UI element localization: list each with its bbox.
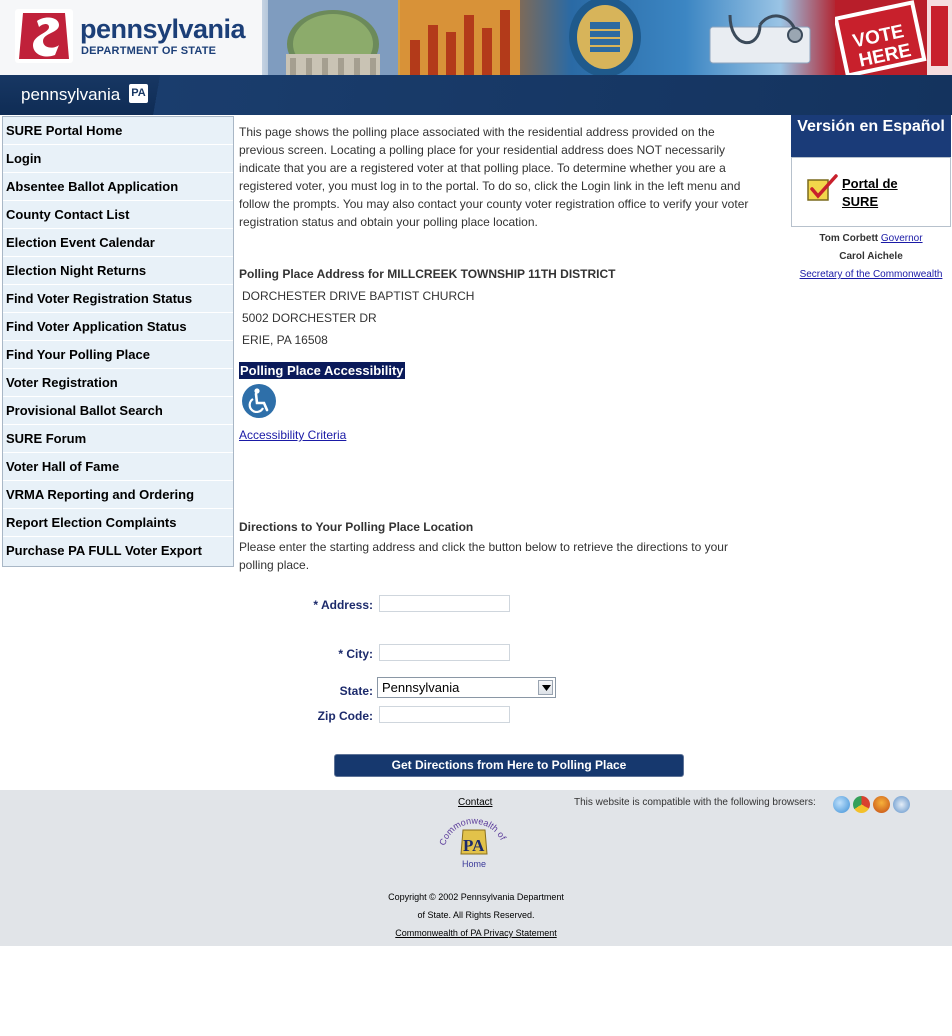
svg-text:Home: Home (462, 859, 486, 869)
polling-place-heading: Polling Place Address for MILLCREEK TOWN… (239, 267, 616, 281)
logo-area[interactable]: pennsylvania DEPARTMENT OF STATE (0, 0, 262, 75)
nav-item-find-voter-registration-status[interactable]: Find Voter Registration Status (3, 285, 233, 313)
nav-item-absentee-ballot-application[interactable]: Absentee Ballot Application (3, 173, 233, 201)
nav-item-find-voter-application-status[interactable]: Find Voter Application Status (3, 313, 233, 341)
address-input[interactable] (379, 595, 510, 612)
directions-heading: Directions to Your Polling Place Locatio… (239, 520, 474, 534)
header-banner: pennsylvania DEPARTMENT OF STATE VOTE HE… (0, 0, 952, 75)
pa-keystone-logo-icon (15, 9, 73, 63)
nav-item-election-night-returns[interactable]: Election Night Returns (3, 257, 233, 285)
nav-item-vrma-reporting-and-ordering[interactable]: VRMA Reporting and Ordering (3, 481, 233, 509)
wheelchair-icon (242, 384, 276, 418)
portal-de-sure-box: Portal de SURE (791, 157, 951, 227)
internet-explorer-icon (833, 796, 850, 813)
pa-wordmark[interactable]: pennsylvania (21, 85, 120, 105)
portal-de-sure-link[interactable]: Portal de SURE (842, 175, 898, 211)
checkbox-checkmark-icon (807, 174, 838, 201)
state-selected-value: Pennsylvania (382, 680, 460, 695)
logo-title: pennsylvania (80, 14, 246, 44)
capitol-dome-image (268, 0, 398, 75)
secretary-link[interactable]: Secretary of the Commonwealth (800, 269, 943, 280)
copyright-line-2: of State. All Rights Reserved. (417, 910, 535, 920)
city-label: * City: (338, 647, 373, 661)
state-seal-image (569, 0, 641, 75)
state-select[interactable]: Pennsylvania (377, 677, 556, 698)
nav-item-sure-forum[interactable]: SURE Forum (3, 425, 233, 453)
polling-place-name: DORCHESTER DRIVE BAPTIST CHURCH (242, 289, 475, 303)
nav-item-provisional-ballot-search[interactable]: Provisional Ballot Search (3, 397, 233, 425)
intro-paragraph: This page shows the polling place associ… (239, 125, 749, 229)
directions-instructions: Please enter the starting address and cl… (239, 540, 728, 572)
safari-icon (893, 796, 910, 813)
city-input[interactable] (379, 644, 510, 661)
chrome-icon (853, 796, 870, 813)
governor-name: Tom Corbett (819, 233, 879, 244)
footer-contact-link[interactable]: Contact (458, 797, 492, 808)
left-nav-menu: SURE Portal Home Login Absentee Ballot A… (2, 116, 234, 567)
nav-item-sure-portal-home[interactable]: SURE Portal Home (3, 117, 233, 145)
zip-label: Zip Code: (317, 709, 373, 723)
browser-compat-text: This website is compatible with the foll… (574, 797, 816, 808)
get-directions-button[interactable]: Get Directions from Here to Polling Plac… (334, 754, 684, 777)
commonwealth-home-seal-icon[interactable]: Commonwealth of PA Home (437, 808, 511, 870)
nav-item-county-contact-list[interactable]: County Contact List (3, 201, 233, 229)
footer: Contact This website is compatible with … (0, 790, 952, 946)
nav-item-find-your-polling-place[interactable]: Find Your Polling Place (3, 341, 233, 369)
firefox-icon (873, 796, 890, 813)
secretary-name: Carol Aichele (839, 251, 903, 262)
nav-item-voter-registration[interactable]: Voter Registration (3, 369, 233, 397)
bar-chart-image (400, 0, 520, 75)
governor-link[interactable]: Governor (881, 233, 923, 244)
header-subbar: pennsylvania PA (0, 75, 952, 115)
nav-item-purchase-pa-full-voter-export[interactable]: Purchase PA FULL Voter Export (3, 537, 233, 565)
nav-item-report-election-complaints[interactable]: Report Election Complaints (3, 509, 233, 537)
espanol-link[interactable]: Versión en Español (791, 115, 951, 157)
logo-subtitle: DEPARTMENT OF STATE (81, 45, 217, 57)
officials-panel: Tom Corbett Governor Carol Aichele Secre… (791, 230, 951, 284)
address-label: * Address: (313, 598, 373, 612)
polling-place-street: 5002 DORCHESTER DR (242, 311, 377, 325)
zip-input[interactable] (379, 706, 510, 723)
vote-here-sign-image: VOTE HERE (835, 0, 952, 75)
accessibility-heading: Polling Place Accessibility (239, 362, 405, 379)
nav-item-login[interactable]: Login (3, 145, 233, 173)
accessibility-criteria-link[interactable]: Accessibility Criteria (239, 428, 346, 442)
privacy-statement-link[interactable]: Commonwealth of PA Privacy Statement (395, 928, 556, 938)
dropdown-arrow-icon[interactable] (538, 680, 553, 695)
stethoscope-image (709, 14, 811, 64)
copyright-line-1: Copyright © 2002 Pennsylvania Department (388, 892, 564, 902)
nav-item-voter-hall-of-fame[interactable]: Voter Hall of Fame (3, 453, 233, 481)
nav-item-election-event-calendar[interactable]: Election Event Calendar (3, 229, 233, 257)
svg-text:PA: PA (463, 836, 485, 855)
polling-place-city: ERIE, PA 16508 (242, 333, 328, 347)
pa-badge: PA (129, 84, 148, 103)
state-label: State: (339, 684, 373, 698)
